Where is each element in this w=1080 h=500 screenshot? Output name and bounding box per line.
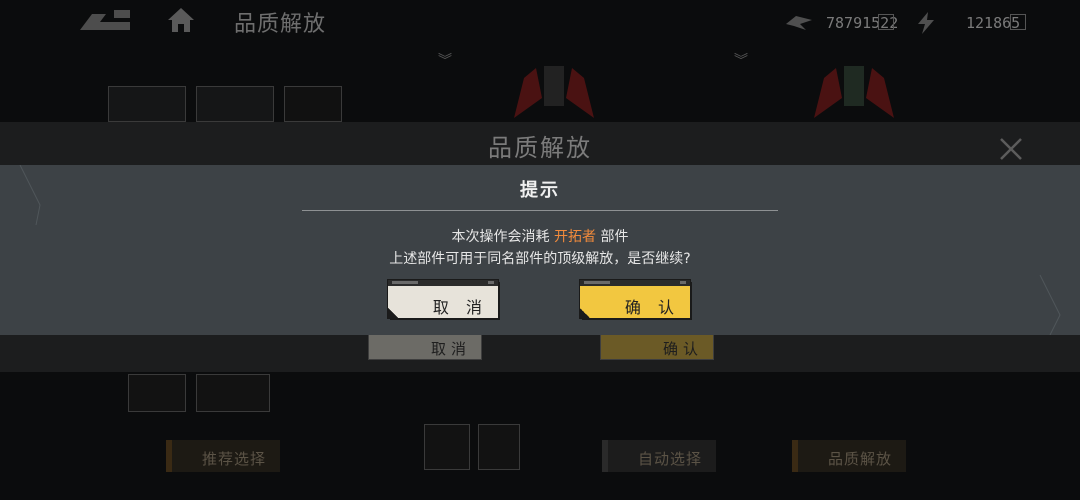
part-slot[interactable] — [284, 86, 342, 122]
auto-select-button[interactable]: 自动选择 — [602, 440, 716, 472]
cancel-button-label: 取 消 — [432, 298, 488, 317]
panel-confirm-label: 确认 — [662, 340, 703, 358]
recommend-select-button[interactable]: 推荐选择 — [166, 440, 280, 472]
part-slot[interactable] — [424, 424, 470, 470]
panel-title: 品质解放 — [488, 134, 592, 162]
auto-select-label: 自动选择 — [638, 450, 703, 468]
button-header-strip — [580, 280, 690, 286]
top-bar: 品质解放 78791522 121865 — [0, 0, 1080, 46]
bolt-currency-icon — [918, 12, 934, 34]
currency1-add-button[interactable] — [878, 14, 894, 30]
page-title: 品质解放 — [234, 12, 327, 37]
mech-preview-icon — [514, 66, 594, 118]
button-notch — [580, 308, 590, 318]
recommend-select-label: 推荐选择 — [202, 450, 267, 468]
panel-cancel-label: 取消 — [430, 340, 471, 358]
part-slot[interactable] — [108, 86, 186, 122]
dialog-divider — [302, 210, 778, 211]
panel-cancel-button[interactable]: 取消 — [368, 334, 482, 360]
chevron-down-icon: ︾ — [438, 53, 452, 69]
dialog-message-line1: 本次操作会消耗 开拓者 部件 — [0, 226, 1080, 246]
quality-release-label: 品质解放 — [828, 450, 893, 468]
currency2-add-button[interactable] — [1010, 14, 1026, 30]
confirm-button-label: 确 认 — [624, 298, 680, 317]
part-slot[interactable] — [478, 424, 520, 470]
dialog-title: 提示 — [520, 180, 560, 201]
close-icon[interactable] — [998, 136, 1024, 162]
message-suffix: 部件 — [596, 229, 629, 245]
part-slot[interactable] — [196, 374, 270, 412]
dialog-message-line2: 上述部件可用于同名部件的顶级解放，是否继续? — [389, 251, 691, 267]
home-icon[interactable] — [166, 6, 196, 34]
message-highlight: 开拓者 — [554, 229, 596, 245]
mech-preview-icon — [814, 66, 894, 118]
back-icon[interactable] — [78, 8, 134, 34]
button-notch — [388, 308, 398, 318]
chevron-down-icon: ︾ — [734, 53, 748, 69]
panel-confirm-button[interactable]: 确认 — [600, 334, 714, 360]
button-header-strip — [388, 280, 498, 286]
cancel-button[interactable]: 取 消 — [388, 280, 498, 318]
part-slot[interactable] — [196, 86, 274, 122]
wing-currency-icon — [786, 16, 812, 30]
confirm-button[interactable]: 确 认 — [580, 280, 690, 318]
quality-release-button[interactable]: 品质解放 — [792, 440, 906, 472]
message-prefix: 本次操作会消耗 — [451, 229, 554, 245]
part-slot[interactable] — [128, 374, 186, 412]
